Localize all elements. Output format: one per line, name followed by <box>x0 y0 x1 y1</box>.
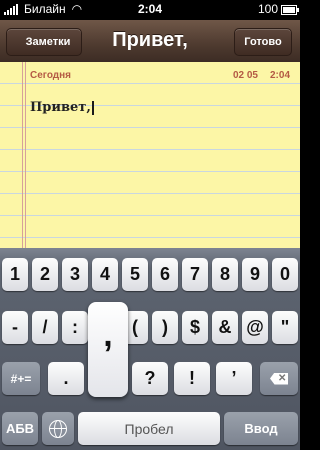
note-margin <box>22 62 26 248</box>
note-date-label: Сегодня <box>30 70 72 81</box>
globe-icon <box>49 419 67 438</box>
key-question[interactable]: ? <box>132 362 168 395</box>
done-button[interactable]: Готово <box>234 28 292 56</box>
key-ampersand[interactable]: & <box>212 311 238 344</box>
key-dollar[interactable]: $ <box>182 311 208 344</box>
key-8[interactable]: 8 <box>212 258 238 291</box>
status-time: 2:04 <box>137 2 163 16</box>
battery-percent: 100 <box>257 2 278 16</box>
space-bar[interactable]: Пробел <box>78 412 220 445</box>
return-key[interactable]: Ввод <box>224 412 298 445</box>
key-4[interactable]: 4 <box>92 258 118 291</box>
key-6[interactable]: 6 <box>152 258 178 291</box>
key-9[interactable]: 9 <box>242 258 268 291</box>
key-slash[interactable]: / <box>32 311 58 344</box>
key-at[interactable]: @ <box>242 311 268 344</box>
key-exclamation[interactable]: ! <box>174 362 210 395</box>
note-editor[interactable]: Сегодня 02 05 2:04 Привет, <box>0 62 300 248</box>
key-more-symbols[interactable]: #+= <box>2 362 40 395</box>
key-3[interactable]: 3 <box>62 258 88 291</box>
navigation-bar: Заметки Привет, Готово <box>0 20 300 63</box>
text-cursor <box>91 100 94 115</box>
battery-icon <box>281 5 299 15</box>
key-close-paren[interactable]: ) <box>152 311 178 344</box>
note-date: 02 05 <box>232 70 258 81</box>
note-text[interactable]: Привет, <box>30 100 94 115</box>
key-1[interactable]: 1 <box>2 258 28 291</box>
key-5[interactable]: 5 <box>122 258 148 291</box>
status-bar: Билайн ◠ 2:04 100 <box>0 0 300 20</box>
note-text-content: Привет, <box>30 100 91 115</box>
key-period[interactable]: . <box>48 362 84 395</box>
note-time: 2:04 <box>269 70 290 81</box>
key-2[interactable]: 2 <box>32 258 58 291</box>
key-0[interactable]: 0 <box>272 258 298 291</box>
key-7[interactable]: 7 <box>182 258 208 291</box>
key-abc[interactable]: АБВ <box>2 412 38 445</box>
key-popup-comma: , <box>88 302 128 397</box>
note-timestamp: 02 05 2:04 <box>233 70 290 81</box>
key-quote[interactable]: " <box>272 311 298 344</box>
key-apostrophe[interactable]: ’ <box>216 362 252 395</box>
backspace-icon: ✕ <box>270 372 288 385</box>
globe-button[interactable] <box>42 412 74 445</box>
key-colon[interactable]: : <box>62 311 88 344</box>
key-dash[interactable]: - <box>2 311 28 344</box>
battery-fill <box>283 7 295 13</box>
backspace-button[interactable]: ✕ <box>260 362 298 395</box>
